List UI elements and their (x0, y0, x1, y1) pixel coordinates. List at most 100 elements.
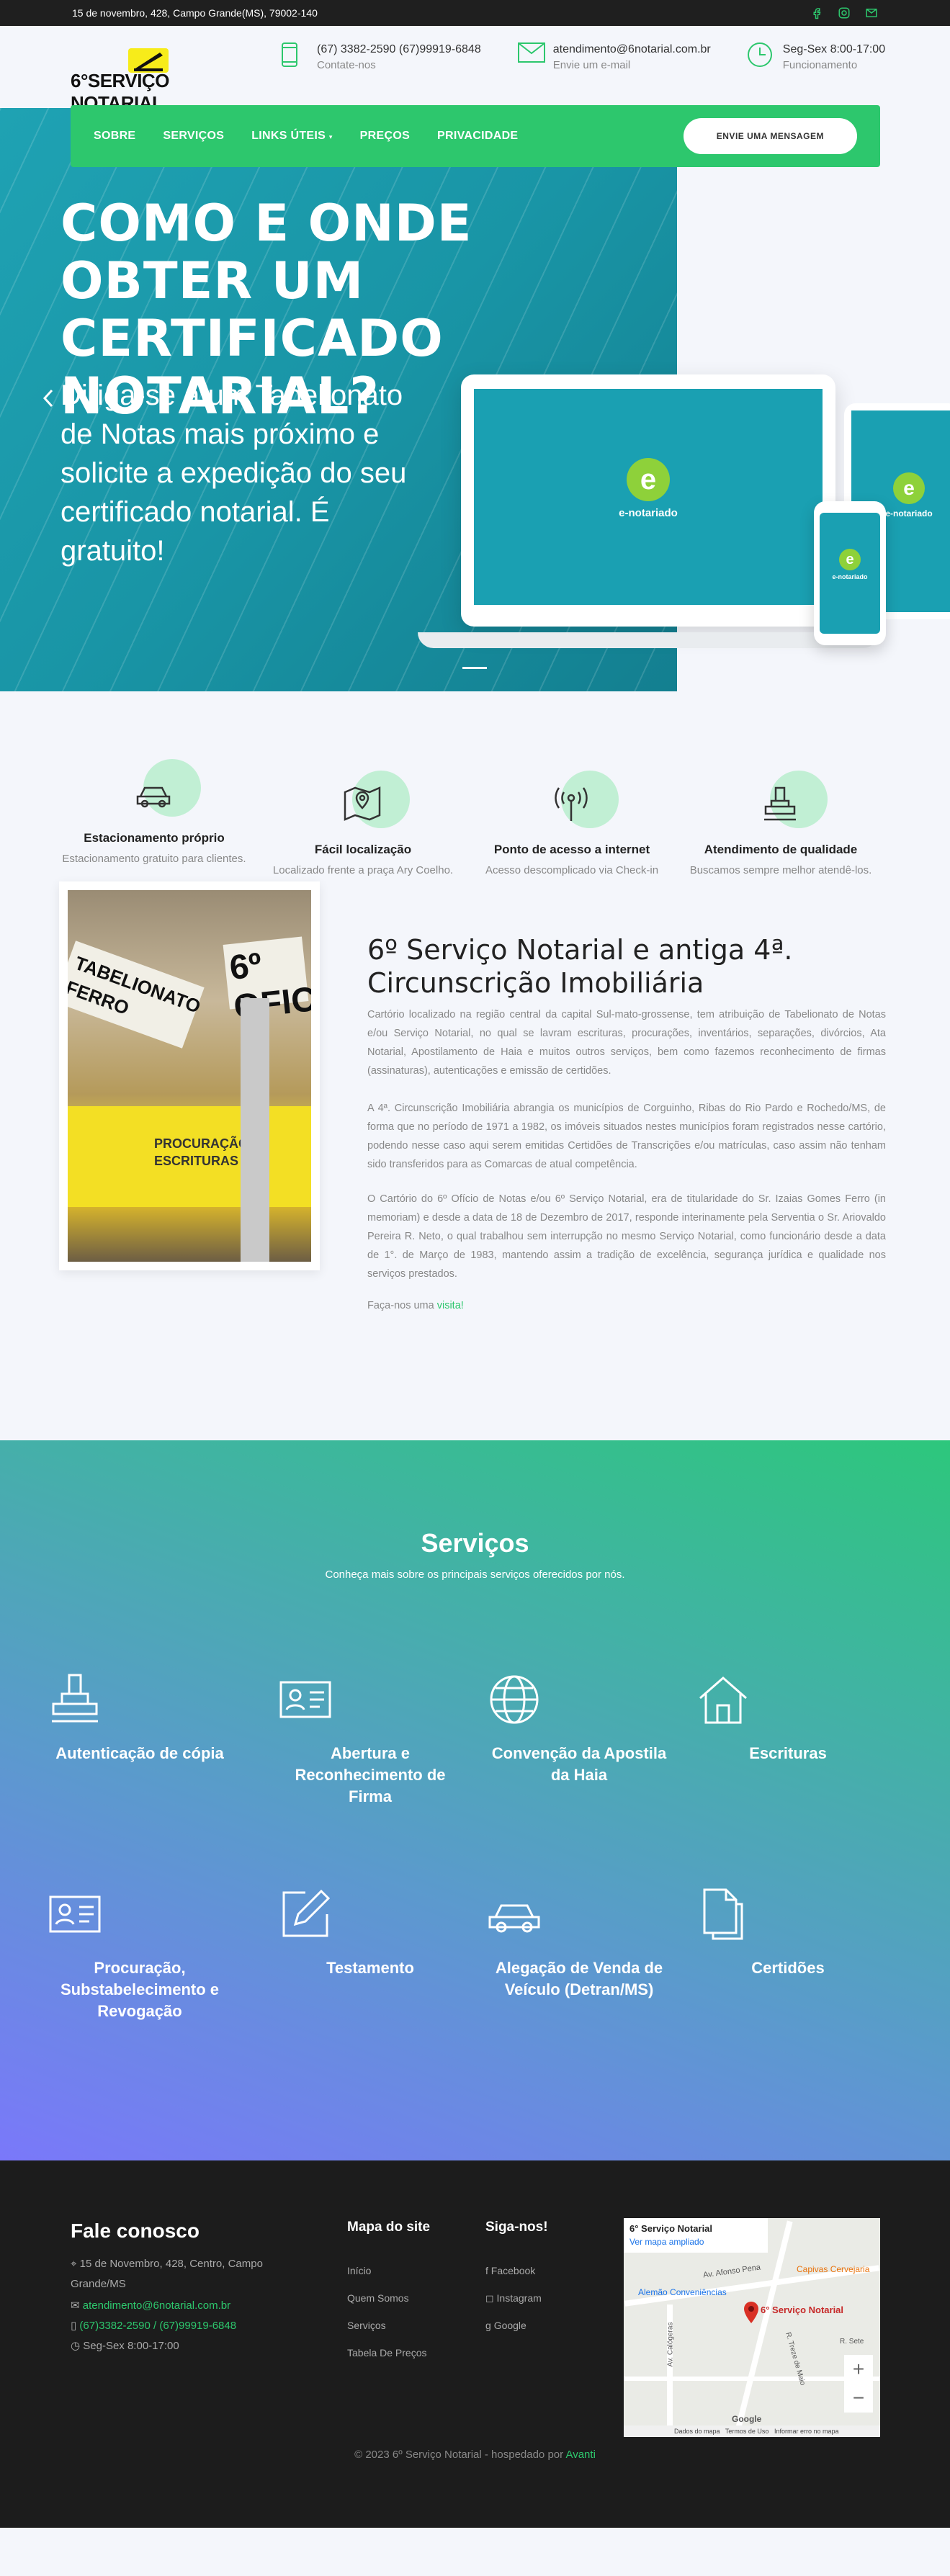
service-item[interactable]: Certidões (694, 1885, 882, 1979)
phone-icon (281, 42, 305, 68)
contact-hours-caption: Funcionamento (782, 59, 858, 71)
footer-email[interactable]: ✉ atendimento@6notarial.com.br (71, 2296, 230, 2316)
facebook-icon[interactable] (810, 6, 823, 19)
about-visit: Faça-nos uma visita! (367, 1296, 886, 1315)
copyright: © 2023 6º Serviço Notarial - hospedado p… (0, 2449, 950, 2461)
service-item[interactable]: Convenção da Apostila da Haia (485, 1671, 673, 1786)
photo-pole (241, 998, 269, 1262)
service-item[interactable]: Abertura e Reconhecimento de Firma (277, 1671, 464, 1808)
nav-item-privacidade[interactable]: PRIVACIDADE (437, 130, 518, 143)
host-link[interactable]: Avanti (565, 2449, 595, 2461)
feature-title: Fácil localização (314, 843, 412, 856)
nav-item-links-uteis[interactable]: LINKS ÚTEIS ▾ (251, 130, 332, 143)
service-label: Certidões (751, 1959, 825, 1977)
id-card-icon (277, 1671, 464, 1728)
map-pin-label: 6° Serviço Notarial (761, 2305, 844, 2315)
contact-email-caption: Envie um e-mail (552, 59, 631, 71)
logo-emblem (128, 48, 169, 73)
map-road (624, 2377, 880, 2381)
feature-internet: Ponto de acesso a internet Acesso descom… (471, 771, 673, 880)
phone-mockup: e e-notariado (814, 501, 886, 645)
footer-follow: f Facebook ◻ Instagram g Google (485, 2257, 542, 2339)
visit-link[interactable]: visita! (437, 1300, 464, 1311)
footer-link-servicos[interactable]: Serviços (347, 2312, 427, 2339)
e-notariado-logo: e e-notariado (828, 549, 871, 580)
footer-instagram[interactable]: ◻ Instagram (485, 2284, 542, 2312)
contact-phone-caption: Contate-nos (317, 59, 376, 71)
embedded-map[interactable]: 6° Serviço Notarial Ver mapa ampliado Av… (624, 2218, 880, 2437)
service-label: Alegação de Venda de Veículo (Detran/MS) (495, 1959, 663, 1998)
e-notariado-logo: e e-notariado (880, 472, 938, 519)
footer-address-text: 15 de Novembro, 428, Centro, Campo Grand… (71, 2258, 263, 2290)
feature-location: Fácil localização Localizado frente a pr… (262, 771, 464, 880)
about-section: TABELIONATO FERRO 6º OFICI PROCURAÇÃO ES… (0, 879, 950, 1440)
laptop-base (418, 632, 879, 648)
map-pin-icon (744, 2302, 758, 2323)
footer-follow-title: Siga-nos! (485, 2220, 548, 2235)
footer-facebook[interactable]: f Facebook (485, 2257, 542, 2284)
nav-item-links-uteis-label: LINKS ÚTEIS (251, 130, 326, 142)
e-notariado-logo: e e-notariado (605, 458, 691, 519)
contact-email-value[interactable]: atendimento@6notarial.com.br (553, 42, 711, 58)
e-notariado-label: e-notariado (832, 573, 868, 580)
e-notariado-icon: e (839, 549, 861, 570)
nav-item-servicos[interactable]: SERVIÇOS (163, 130, 224, 143)
map-poi-label: Capivas Cervejaria (797, 2264, 870, 2274)
feature-desc: Estacionamento gratuito para clientes. (62, 853, 246, 865)
feature-parking: Estacionamento próprio Estacionamento gr… (53, 759, 255, 869)
car-icon (132, 771, 175, 814)
edit-icon (277, 1885, 464, 1943)
site-header: 6°SERVIÇO NOTARIAL (67) 3382-2590 (67)99… (0, 26, 950, 114)
e-notariado-icon: e (627, 458, 670, 501)
footer-hours: ◷ Seg-Sex 8:00-17:00 (71, 2336, 179, 2356)
feature-desc: Acesso descomplicado via Check-in (485, 864, 659, 876)
photo-yellow-facade: PROCURAÇÃO ESCRITURAS (68, 1106, 311, 1207)
service-label: Abertura e Reconhecimento de Firma (295, 1744, 446, 1805)
contact-email: atendimento@6notarial.com.br Envie um e-m… (517, 42, 711, 73)
service-label: Autenticação de cópia (55, 1744, 224, 1762)
nav-item-precos[interactable]: PREÇOS (360, 130, 410, 143)
feature-desc: Localizado frente a praça Ary Coelho. (272, 864, 454, 876)
footer-google[interactable]: g Google (485, 2312, 542, 2339)
mail-icon: ✉ (71, 2299, 83, 2312)
map-terms-link[interactable]: Termos de Uso (725, 2428, 769, 2435)
service-label: Convenção da Apostila da Haia (491, 1744, 667, 1784)
service-item[interactable]: Procuração, Substabelecimento e Revogaçã… (46, 1885, 233, 2022)
mail-icon[interactable] (865, 6, 878, 19)
id-card-icon (46, 1885, 233, 1943)
building-photo: TABELIONATO FERRO 6º OFICI PROCURAÇÃO ES… (59, 881, 320, 1270)
map-attribution: Dados do mapa Termos de Uso Informar err… (624, 2425, 880, 2437)
stamp-icon (46, 1671, 233, 1728)
map-data-label[interactable]: Dados do mapa (674, 2428, 720, 2435)
footer-link-precos[interactable]: Tabela De Preços (347, 2339, 427, 2366)
map-pin-icon: ⌖ (71, 2258, 80, 2270)
service-item[interactable]: Escrituras (694, 1671, 882, 1764)
copyright-text: © 2023 6º Serviço Notarial - hospedado p… (354, 2449, 564, 2461)
chevron-left-icon[interactable] (40, 387, 58, 409)
slider-indicator[interactable] (462, 667, 487, 669)
contact-phone-value[interactable]: (67) 3382-2590 (67)99919-6848 (317, 42, 481, 58)
instagram-icon[interactable] (838, 6, 851, 19)
service-item[interactable]: Testamento (277, 1885, 464, 1979)
service-item[interactable]: Alegação de Venda de Veículo (Detran/MS) (485, 1885, 673, 2001)
feature-quality: Atendimento de qualidade Buscamos sempre… (680, 771, 882, 880)
e-notariado-icon: e (893, 472, 925, 504)
zoom-out-button[interactable]: − (844, 2384, 873, 2413)
site-logo[interactable]: 6°SERVIÇO NOTARIAL (71, 38, 243, 114)
map-street-label: Av. Calógeras (666, 2322, 675, 2367)
footer-email-text: atendimento@6notarial.com.br (82, 2299, 231, 2312)
send-message-button[interactable]: ENVIE UMA MENSAGEM (683, 118, 857, 154)
footer-phone-text: (67)3382-2590 / (67)99919-6848 (79, 2320, 237, 2332)
map-report-link[interactable]: Informar erro no mapa (774, 2428, 839, 2435)
services-section: Serviços Conheça mais sobre os principai… (0, 1440, 950, 2160)
service-item[interactable]: Autenticação de cópia (46, 1671, 233, 1764)
nav-item-sobre[interactable]: SOBRE (94, 130, 135, 143)
zoom-in-button[interactable]: + (844, 2355, 873, 2384)
footer-phone[interactable]: ▯ (67)3382-2590 / (67)99919-6848 (71, 2316, 236, 2336)
footer-link-inicio[interactable]: Início (347, 2257, 427, 2284)
about-paragraph-1: Cartório localizado na região central da… (367, 1009, 886, 1077)
footer-link-quem-somos[interactable]: Quem Somos (347, 2284, 427, 2312)
clock-icon (747, 42, 772, 68)
map-enlarge-link[interactable]: Ver mapa ampliado (629, 2235, 762, 2248)
map-icon (341, 782, 384, 825)
